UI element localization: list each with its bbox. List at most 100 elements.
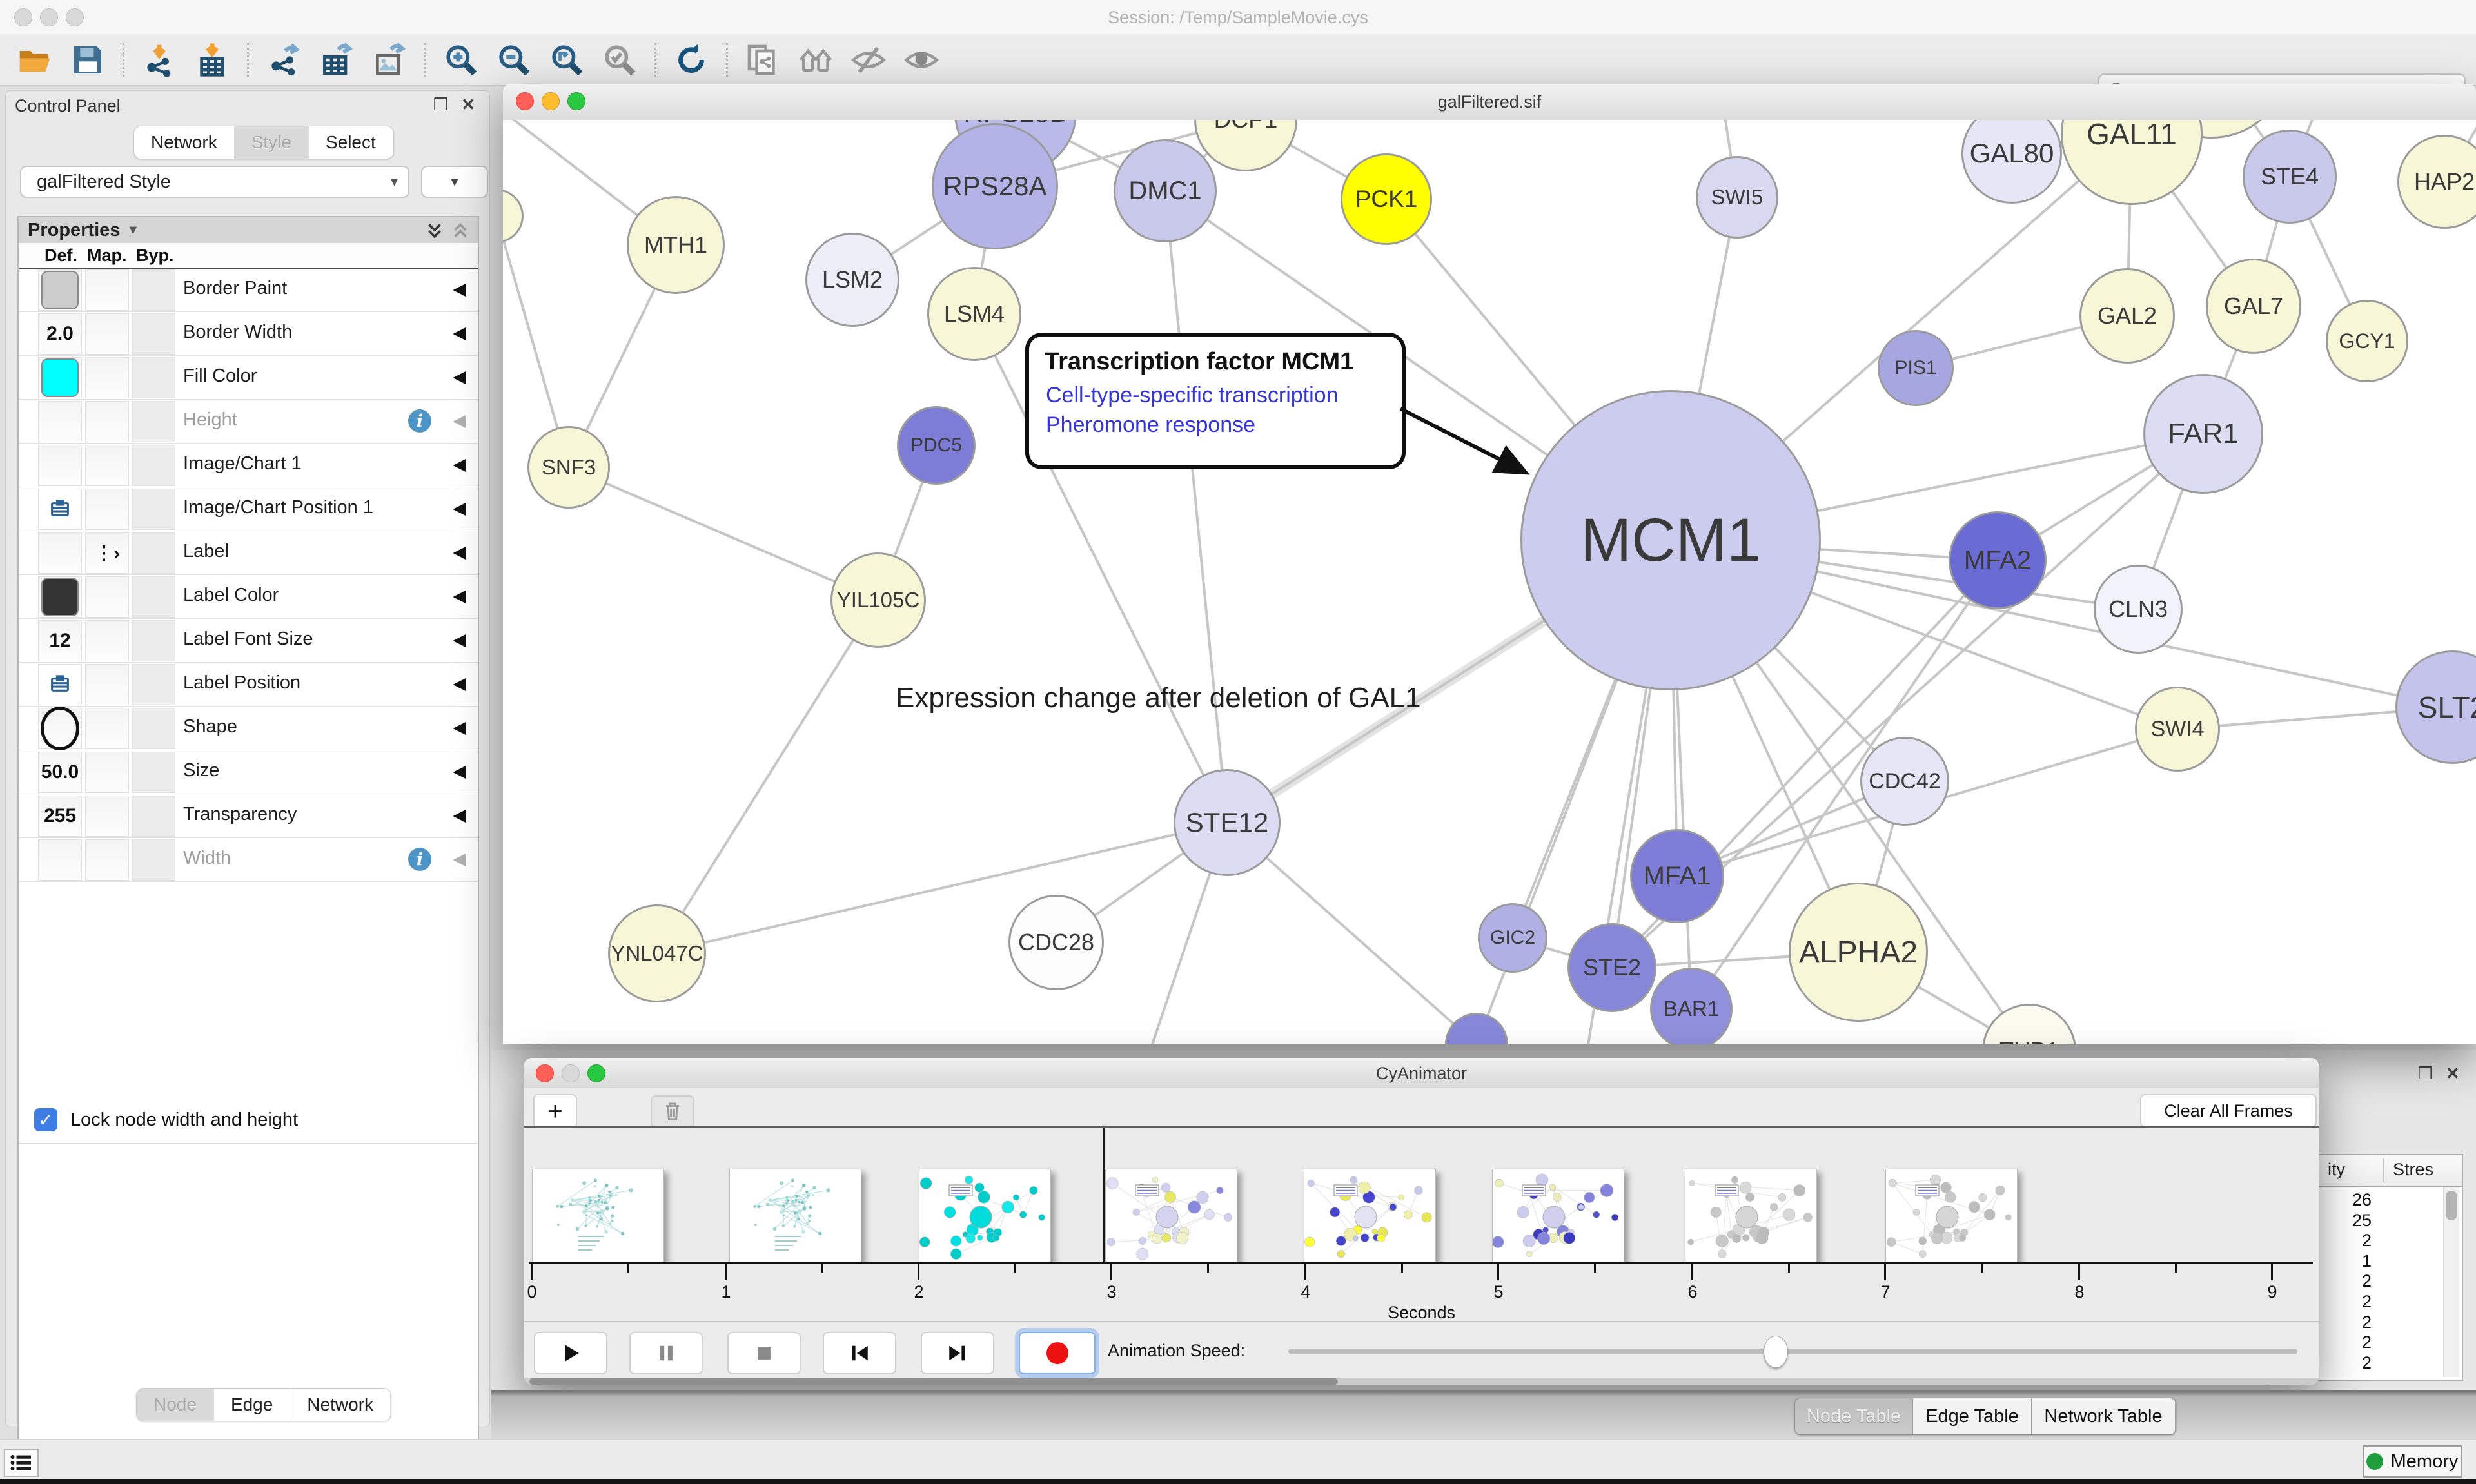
default-value-cell[interactable] — [38, 357, 82, 398]
bypass-cell[interactable] — [132, 445, 175, 486]
property-row-height[interactable]: Heighti◀ — [19, 399, 478, 444]
default-value-cell[interactable] — [38, 445, 82, 486]
network-node-gic2[interactable]: GIC2 — [1478, 903, 1548, 973]
zoom-out-icon[interactable] — [496, 42, 532, 78]
bypass-cell[interactable] — [132, 489, 175, 530]
cyanimator-titlebar[interactable]: CyAnimator — [524, 1058, 2319, 1088]
property-row-label[interactable]: ⋮›Label◀ — [19, 531, 478, 575]
panel-tab-network[interactable]: Network — [290, 1389, 391, 1421]
bypass-cell[interactable] — [132, 752, 175, 793]
expand-property-icon[interactable]: ◀ — [453, 718, 466, 737]
frame-thumbnail-7[interactable] — [1685, 1169, 1817, 1263]
bypass-cell[interactable] — [132, 269, 175, 311]
default-value-cell[interactable] — [38, 269, 82, 311]
network-node-pdc5[interactable]: PDC5 — [897, 406, 976, 485]
export-image-icon[interactable] — [371, 42, 408, 78]
network-node-mfa1[interactable]: MFA1 — [1630, 829, 1724, 923]
network-node-gal2[interactable]: GAL2 — [2079, 268, 2175, 364]
annotation-box[interactable]: Transcription factor MCM1 Cell-type-spec… — [1025, 333, 1406, 469]
animation-speed-handle[interactable] — [1764, 1336, 1788, 1368]
bypass-cell[interactable] — [132, 576, 175, 618]
property-row-transparency[interactable]: 255Transparency◀ — [19, 794, 478, 838]
network-node-ynl047c[interactable]: YNL047C — [608, 904, 706, 1002]
expand-property-icon[interactable]: ◀ — [453, 498, 466, 518]
play-button[interactable] — [534, 1332, 607, 1374]
mapping-cell[interactable] — [85, 269, 129, 311]
network-node-ste12[interactable]: STE12 — [1174, 769, 1281, 876]
delete-frame-button[interactable] — [651, 1095, 694, 1128]
frame-thumbnail-4[interactable] — [1105, 1169, 1237, 1263]
clear-all-frames-button[interactable]: Clear All Frames — [2140, 1094, 2317, 1128]
frame-thumbnail-5[interactable] — [1304, 1169, 1436, 1263]
network-node-cln3[interactable]: CLN3 — [2094, 565, 2183, 654]
animation-speed-slider[interactable] — [1288, 1349, 2297, 1354]
tab-network[interactable]: Network — [134, 126, 235, 159]
info-icon[interactable]: i — [408, 409, 431, 433]
network-node-lsm4[interactable]: LSM4 — [927, 267, 1021, 361]
expand-property-icon[interactable]: ◀ — [453, 586, 466, 606]
network-node-bar1[interactable]: BAR1 — [1650, 968, 1733, 1044]
network-canvas[interactable]: RPS28BDCP1DMC1RPS28APCK1SWI5GAL80GAL11ST… — [503, 120, 2476, 1044]
expand-property-icon[interactable]: ◀ — [453, 674, 466, 694]
zoom-fit-icon[interactable] — [549, 42, 585, 78]
network-node-pck1[interactable]: PCK1 — [1341, 153, 1432, 245]
mapping-cell[interactable] — [85, 401, 129, 442]
property-row-label-font-size[interactable]: 12Label Font Size◀ — [19, 618, 478, 663]
tab-style[interactable]: Style — [235, 126, 309, 159]
first-neighbors-icon[interactable] — [798, 42, 834, 78]
info-icon[interactable]: i — [408, 848, 431, 871]
collapse-all-icon[interactable] — [449, 219, 471, 241]
expand-property-icon[interactable]: ◀ — [453, 367, 466, 387]
expand-property-icon[interactable]: ◀ — [453, 542, 466, 562]
property-row-label-position[interactable]: Label Position◀ — [19, 662, 478, 707]
style-selector[interactable]: galFiltered Style ▾ — [20, 166, 409, 198]
show-all-icon[interactable] — [903, 42, 939, 78]
panel-tab-edge[interactable]: Edge — [214, 1389, 290, 1421]
default-value-cell[interactable]: 255 — [38, 796, 82, 837]
frame-thumbnail-3[interactable] — [919, 1169, 1051, 1263]
open-session-icon[interactable] — [17, 42, 53, 78]
add-frame-button[interactable]: + — [533, 1094, 577, 1129]
network-node-rps28a[interactable]: RPS28A — [932, 123, 1058, 249]
mapping-cell[interactable]: ⋮› — [85, 532, 129, 574]
expand-property-icon[interactable]: ◀ — [453, 761, 466, 781]
close-table-panel-icon[interactable]: ✕ — [2446, 1064, 2460, 1084]
default-value-cell[interactable] — [38, 708, 82, 749]
lock-size-checkbox[interactable]: ✓ — [34, 1108, 57, 1131]
mapping-cell[interactable] — [85, 576, 129, 618]
network-node-alpha2[interactable]: ALPHA2 — [1789, 883, 1928, 1022]
bypass-cell[interactable] — [132, 796, 175, 837]
zoom-selected-icon[interactable] — [602, 42, 638, 78]
import-table-icon[interactable] — [194, 42, 230, 78]
network-node-mfa2[interactable]: MFA2 — [1949, 511, 2047, 609]
close-panel-icon[interactable]: ✕ — [461, 95, 475, 115]
expand-property-icon[interactable]: ◀ — [453, 805, 466, 825]
frame-thumbnail-8[interactable] — [1885, 1169, 2018, 1263]
default-value-cell[interactable] — [38, 401, 82, 442]
import-network-icon[interactable] — [141, 42, 177, 78]
bypass-cell[interactable] — [132, 532, 175, 574]
refresh-icon[interactable] — [673, 42, 709, 78]
record-button[interactable] — [1019, 1332, 1096, 1374]
default-value-cell[interactable]: 2.0 — [38, 313, 82, 355]
hide-selected-icon[interactable] — [850, 42, 887, 78]
zoom-in-icon[interactable] — [443, 42, 479, 78]
mapping-cell[interactable] — [85, 708, 129, 749]
property-row-image-chart-position-1[interactable]: Image/Chart Position 1◀ — [19, 487, 478, 531]
bypass-cell[interactable] — [132, 313, 175, 355]
duplicate-network-icon[interactable] — [745, 42, 781, 78]
frame-thumbnail-1[interactable] — [532, 1169, 664, 1263]
tab-select[interactable]: Select — [309, 126, 393, 159]
expand-property-icon[interactable]: ◀ — [453, 279, 466, 299]
network-node-gcy1[interactable]: GCY1 — [2326, 300, 2408, 382]
previous-frame-button[interactable] — [823, 1332, 896, 1374]
default-value-cell[interactable] — [38, 532, 82, 574]
default-value-cell[interactable] — [38, 664, 82, 705]
network-window-titlebar[interactable]: galFiltered.sif — [503, 84, 2476, 121]
property-row-image-chart-1[interactable]: Image/Chart 1◀ — [19, 443, 478, 487]
annotation-link[interactable]: Cell-type-specific transcription — [1046, 383, 1339, 408]
properties-header[interactable]: Properties ▼ — [19, 217, 478, 244]
property-row-size[interactable]: 50.0Size◀ — [19, 750, 478, 794]
mapping-cell[interactable] — [85, 489, 129, 530]
network-node-swi4[interactable]: SWI4 — [2135, 687, 2220, 772]
